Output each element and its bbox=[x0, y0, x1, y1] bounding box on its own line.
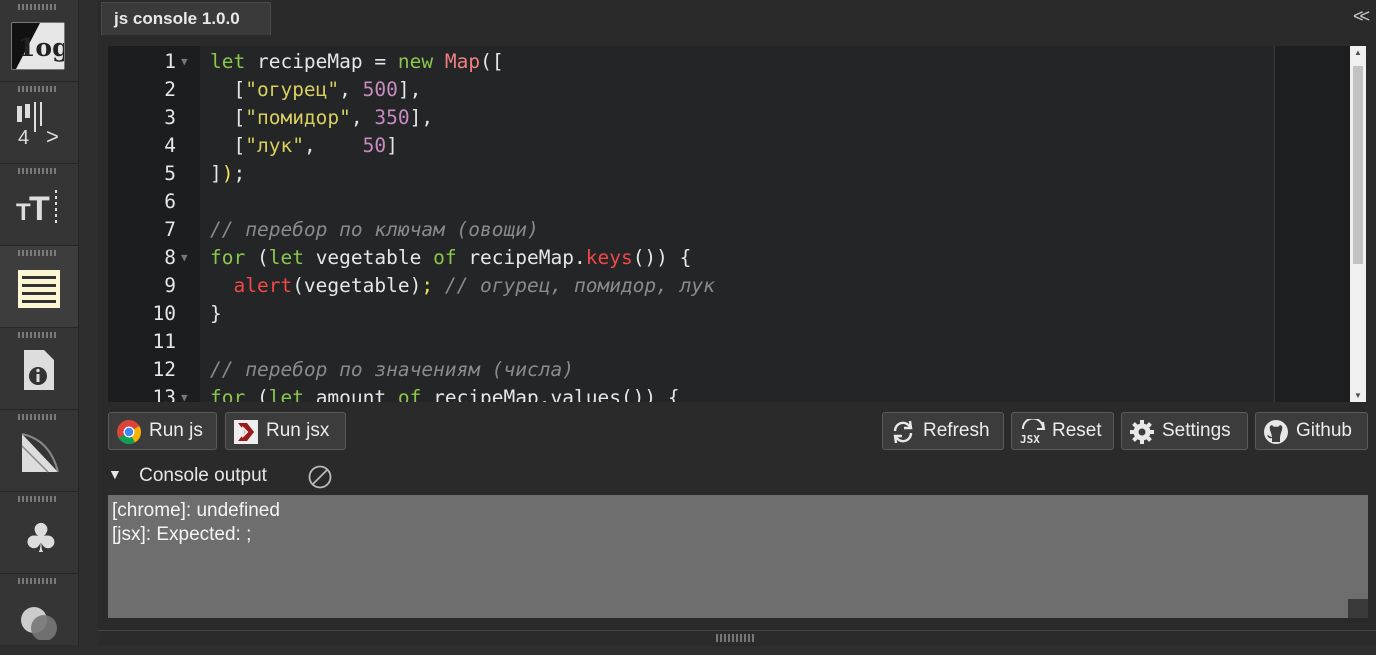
reset-button[interactable]: JSX Reset bbox=[1011, 412, 1114, 450]
console-line: [chrome]: undefined bbox=[112, 500, 280, 521]
file-info-icon bbox=[14, 344, 64, 394]
scroll-up-icon[interactable]: ▲ bbox=[1350, 48, 1366, 57]
grip-handle bbox=[18, 496, 58, 502]
chrome-icon bbox=[116, 419, 142, 445]
line-number: 7 bbox=[164, 218, 176, 241]
settings-label: Settings bbox=[1162, 420, 1231, 441]
sidebar: 1og1og 4> TT ♣ bbox=[0, 0, 79, 645]
grip-handle bbox=[18, 86, 58, 92]
line-number: 5 bbox=[164, 162, 176, 185]
sidebar-item-log[interactable]: 1og1og bbox=[0, 0, 78, 82]
line-number: 9 bbox=[164, 274, 176, 297]
github-label: Github bbox=[1296, 420, 1352, 441]
jsx-engine-icon bbox=[233, 419, 259, 445]
sidebar-item-textsize[interactable]: TT bbox=[0, 164, 78, 246]
fold-arrow-icon[interactable]: ▼ bbox=[181, 384, 188, 402]
sidebar-item-club[interactable]: ♣ bbox=[0, 492, 78, 574]
tab-js-console[interactable]: js console 1.0.0 bbox=[101, 2, 271, 35]
scroll-down-icon[interactable]: ▼ bbox=[1350, 391, 1366, 400]
indent-guides-icon: 4 > bbox=[14, 98, 64, 149]
fold-icon bbox=[14, 426, 64, 476]
console-header: ▼ Console output bbox=[108, 462, 332, 490]
run-jsx-label: Run jsx bbox=[266, 420, 330, 441]
theme-circles-icon bbox=[14, 590, 64, 641]
grip-handle bbox=[18, 414, 58, 420]
svg-text:♣: ♣ bbox=[23, 516, 59, 558]
run-js-label: Run js bbox=[149, 420, 203, 441]
fold-arrow-icon[interactable]: ▼ bbox=[181, 48, 188, 76]
fold-arrow-icon[interactable]: ▼ bbox=[181, 244, 188, 272]
run-jsx-button[interactable]: Run jsx bbox=[225, 412, 346, 450]
line-number: 12 bbox=[152, 358, 176, 381]
svg-text:4: 4 bbox=[18, 127, 29, 148]
line-number: 4 bbox=[164, 134, 176, 157]
gear-icon bbox=[1129, 419, 1155, 445]
line-number: 6 bbox=[164, 190, 176, 213]
svg-text:>: > bbox=[46, 124, 59, 148]
resize-corner[interactable] bbox=[1348, 599, 1368, 618]
line-number: 3 bbox=[164, 106, 176, 129]
refresh-icon bbox=[890, 419, 916, 445]
github-button[interactable]: Github bbox=[1255, 412, 1368, 450]
reset-label: Reset bbox=[1052, 420, 1102, 441]
sidebar-item-wrap[interactable] bbox=[0, 246, 78, 328]
grip-handle bbox=[18, 168, 58, 174]
grip-handle bbox=[18, 578, 58, 584]
svg-text:JSX: JSX bbox=[1020, 433, 1040, 445]
grip-handle bbox=[18, 332, 58, 338]
wrap-lines-icon bbox=[14, 262, 64, 312]
grip-handle bbox=[18, 4, 58, 10]
code-editor[interactable]: 1 ▼ let recipeMap = new Map([ 2 ["огурец",… bbox=[108, 46, 1366, 402]
grip-handle[interactable] bbox=[716, 634, 754, 642]
collapse-icon[interactable]: << bbox=[1353, 6, 1370, 27]
bottom-resize-bar[interactable] bbox=[98, 630, 1376, 646]
jsx-reset-icon: JSX bbox=[1019, 417, 1046, 446]
grip-handle bbox=[18, 250, 58, 256]
svg-text:T: T bbox=[29, 190, 50, 228]
line-number: 1 bbox=[164, 50, 176, 73]
log-icon: 1og1og bbox=[11, 22, 70, 70]
settings-button[interactable]: Settings bbox=[1121, 412, 1248, 450]
line-number: 11 bbox=[152, 330, 176, 353]
sidebar-item-fileinfo[interactable] bbox=[0, 328, 78, 410]
line-number: 13 bbox=[152, 386, 176, 402]
console-toggle-icon[interactable]: ▼ bbox=[108, 466, 122, 482]
sidebar-item-indent[interactable]: 4 > bbox=[0, 82, 78, 164]
sidebar-item-fold[interactable] bbox=[0, 410, 78, 492]
refresh-button[interactable]: Refresh bbox=[882, 412, 1004, 450]
clear-console-icon[interactable] bbox=[308, 465, 332, 489]
minimap[interactable] bbox=[1274, 46, 1351, 402]
github-icon bbox=[1263, 419, 1289, 445]
scroll-thumb[interactable] bbox=[1353, 66, 1363, 264]
editor-scrollbar[interactable]: ▲ ▼ bbox=[1350, 46, 1366, 402]
console-output[interactable]: [chrome]: undefined [jsx]: Expected: ; bbox=[108, 495, 1368, 618]
club-icon: ♣ bbox=[14, 508, 64, 562]
run-js-button[interactable]: Run js bbox=[108, 412, 217, 450]
refresh-label: Refresh bbox=[923, 420, 990, 441]
text-size-icon: TT bbox=[14, 180, 64, 230]
sidebar-item-theme[interactable] bbox=[0, 574, 78, 655]
line-number: 10 bbox=[152, 302, 176, 325]
main-panel: js console 1.0.0 << 1 ▼ let recipeMap = ne… bbox=[98, 0, 1376, 646]
line-number: 8 bbox=[164, 246, 176, 269]
line-number: 2 bbox=[164, 78, 176, 101]
console-title: Console output bbox=[139, 465, 267, 486]
console-line: [jsx]: Expected: ; bbox=[112, 524, 252, 545]
tab-bar: js console 1.0.0 << bbox=[98, 0, 1376, 35]
